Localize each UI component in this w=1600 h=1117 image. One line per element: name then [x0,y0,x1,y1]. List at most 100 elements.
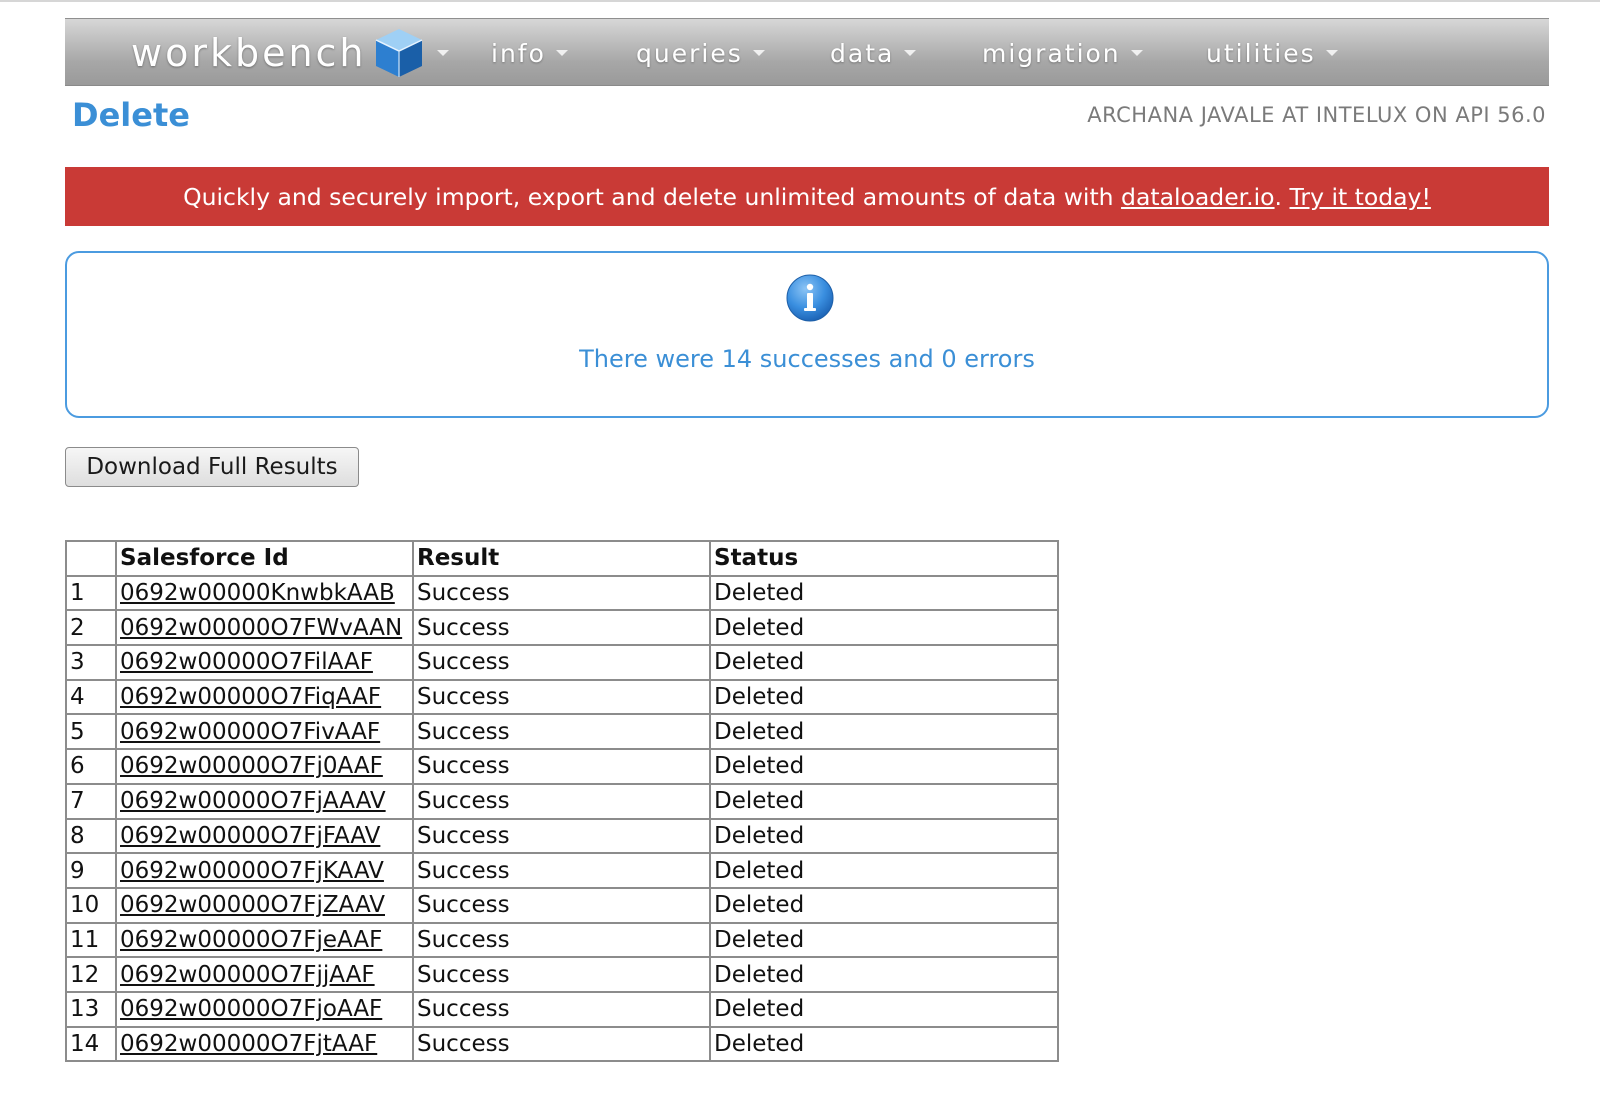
nav-item-label: utilities [1206,38,1316,68]
row-index: 9 [65,852,117,889]
salesforce-id-link[interactable]: 0692w00000KnwbkAAB [120,580,395,606]
salesforce-id-cell: 0692w00000O7Fj0AAF [115,748,414,785]
row-index: 12 [65,956,117,993]
table-row: 6 0692w00000O7Fj0AAF Success Deleted [65,748,1059,785]
chevron-down-icon [555,50,568,56]
salesforce-id-cell: 0692w00000O7FjZAAV [115,886,414,924]
salesforce-id-cell: 0692w00000O7FjtAAF [115,1025,414,1063]
nav-item-utilities[interactable]: utilities [1206,33,1338,73]
table-row: 4 0692w00000O7FiqAAF Success Deleted [65,678,1059,716]
result-cell: Success [412,748,711,785]
salesforce-id-link[interactable]: 0692w00000O7FilAAF [120,649,373,675]
column-header-salesforce-id: Salesforce Id [115,540,414,577]
status-cell: Deleted [709,678,1059,716]
brand-logo-text: workbench [131,31,367,75]
salesforce-id-link[interactable]: 0692w00000O7FjZAAV [120,892,385,918]
nav-item-data[interactable]: data [830,33,917,73]
nav-item-label: migration [982,38,1121,68]
table-row: 9 0692w00000O7FjKAAV Success Deleted [65,852,1059,889]
result-cell: Success [412,782,711,820]
chevron-down-icon [1325,50,1338,56]
status-cell: Deleted [709,574,1059,612]
result-cell: Success [412,852,711,889]
dataloader-link[interactable]: dataloader.io [1121,183,1275,211]
salesforce-id-cell: 0692w00000O7FjjAAF [115,956,414,993]
result-cell: Success [412,817,711,855]
salesforce-id-cell: 0692w00000O7FjAAAV [115,782,414,820]
status-cell: Deleted [709,713,1059,751]
table-row: 8 0692w00000O7FjFAAV Success Deleted [65,817,1059,855]
top-nav-bar: workbench info queries data migration ut… [65,18,1549,86]
status-cell: Deleted [709,817,1059,855]
status-cell: Deleted [709,990,1059,1028]
salesforce-id-link[interactable]: 0692w00000O7Fj0AAF [120,753,383,779]
salesforce-id-link[interactable]: 0692w00000O7FjKAAV [120,858,384,884]
salesforce-id-cell: 0692w00000O7FiqAAF [115,678,414,716]
result-cell: Success [412,956,711,993]
results-summary-message: There were 14 successes and 0 errors [579,345,1035,373]
result-cell: Success [412,1025,711,1063]
status-cell: Deleted [709,1025,1059,1063]
row-index: 10 [65,886,117,924]
download-full-results-button[interactable]: Download Full Results [65,447,359,487]
table-row: 10 0692w00000O7FjZAAV Success Deleted [65,886,1059,924]
top-rule [0,0,1600,2]
result-cell: Success [412,609,711,647]
table-row: 5 0692w00000O7FivAAF Success Deleted [65,713,1059,751]
table-row: 7 0692w00000O7FjAAAV Success Deleted [65,782,1059,820]
results-table: Salesforce Id Result Status 1 0692w00000K… [65,540,1059,1063]
status-cell: Deleted [709,609,1059,647]
salesforce-id-link[interactable]: 0692w00000O7FivAAF [120,719,380,745]
table-row: 13 0692w00000O7FjoAAF Success Deleted [65,990,1059,1028]
salesforce-id-link[interactable]: 0692w00000O7FiqAAF [120,684,381,710]
salesforce-id-link[interactable]: 0692w00000O7FjtAAF [120,1031,377,1057]
result-cell: Success [412,678,711,716]
status-cell: Deleted [709,852,1059,889]
result-cell: Success [412,886,711,924]
nav-item-label: queries [636,38,743,68]
salesforce-id-link[interactable]: 0692w00000O7FjAAAV [120,788,386,814]
salesforce-id-cell: 0692w00000O7FWvAAN [115,609,414,647]
nav-item-label: info [491,38,546,68]
column-header-result: Result [412,540,711,577]
nav-item-info[interactable]: info [491,33,568,73]
try-it-today-link[interactable]: Try it today! [1290,183,1431,211]
brand-menu[interactable]: workbench [131,25,449,81]
nav-item-queries[interactable]: queries [636,33,765,73]
table-row: 1 0692w00000KnwbkAAB Success Deleted [65,574,1059,612]
salesforce-id-link[interactable]: 0692w00000O7FjFAAV [120,823,380,849]
cube-logo-icon [375,29,422,77]
page-title: Delete [72,96,190,134]
row-index: 13 [65,990,117,1028]
chevron-down-icon [1130,50,1143,56]
row-index: 14 [65,1025,117,1063]
row-index: 7 [65,782,117,820]
nav-item-migration[interactable]: migration [982,33,1143,73]
info-icon [786,274,834,322]
salesforce-id-cell: 0692w00000O7FjFAAV [115,817,414,855]
salesforce-id-link[interactable]: 0692w00000O7FWvAAN [120,615,402,641]
result-cell: Success [412,574,711,612]
row-index: 3 [65,644,117,681]
chevron-down-icon [904,50,917,56]
status-cell: Deleted [709,748,1059,785]
salesforce-id-link[interactable]: 0692w00000O7FjjAAF [120,962,375,988]
salesforce-id-cell: 0692w00000O7FjeAAF [115,921,414,959]
row-index: 1 [65,574,117,612]
nav-item-label: data [830,38,895,68]
salesforce-id-cell: 0692w00000KnwbkAAB [115,574,414,612]
row-index: 8 [65,817,117,855]
status-cell: Deleted [709,886,1059,924]
salesforce-id-cell: 0692w00000O7FivAAF [115,713,414,751]
salesforce-id-cell: 0692w00000O7FjKAAV [115,852,414,889]
salesforce-id-link[interactable]: 0692w00000O7FjeAAF [120,927,382,953]
salesforce-id-cell: 0692w00000O7FjoAAF [115,990,414,1028]
table-row: 11 0692w00000O7FjeAAF Success Deleted [65,921,1059,959]
result-cell: Success [412,644,711,681]
salesforce-id-link[interactable]: 0692w00000O7FjoAAF [120,996,382,1022]
row-index: 6 [65,748,117,785]
chevron-down-icon [436,50,449,56]
promo-text: Quickly and securely import, export and … [183,182,1122,211]
result-cell: Success [412,921,711,959]
chevron-down-icon [752,50,765,56]
